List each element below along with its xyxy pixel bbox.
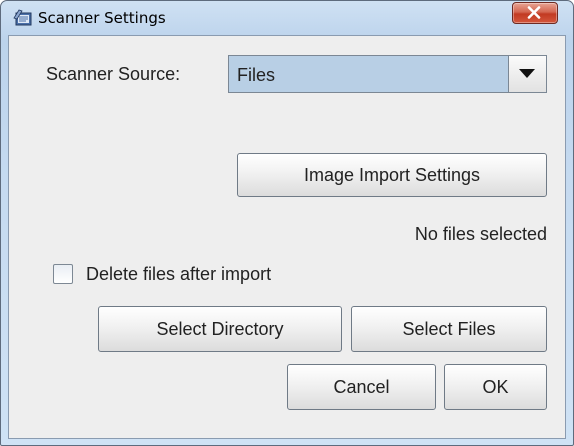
file-status-text: No files selected — [414, 224, 547, 244]
dropdown-arrow-icon — [519, 69, 535, 78]
dropdown-button[interactable] — [508, 56, 546, 92]
scanner-app-icon — [13, 9, 33, 27]
close-button[interactable] — [512, 2, 558, 24]
scanner-source-value: Files — [237, 65, 276, 85]
title-bar[interactable]: Scanner Settings — [1, 1, 573, 35]
window-title: Scanner Settings — [38, 9, 166, 27]
close-icon — [527, 6, 541, 19]
ok-button[interactable]: OK — [444, 364, 547, 410]
cancel-button[interactable]: Cancel — [287, 364, 436, 410]
select-directory-button[interactable]: Select Directory — [98, 306, 342, 352]
image-import-settings-button[interactable]: Image Import Settings — [237, 153, 547, 197]
delete-files-label[interactable]: Delete files after import — [86, 263, 271, 285]
scanner-settings-dialog: Scanner Settings Scanner Source: Files I… — [0, 0, 574, 446]
scanner-source-label: Scanner Source: — [46, 64, 181, 84]
scanner-source-dropdown[interactable]: Files — [228, 55, 547, 93]
delete-files-checkbox[interactable] — [53, 264, 73, 284]
select-files-button[interactable]: Select Files — [351, 306, 547, 352]
